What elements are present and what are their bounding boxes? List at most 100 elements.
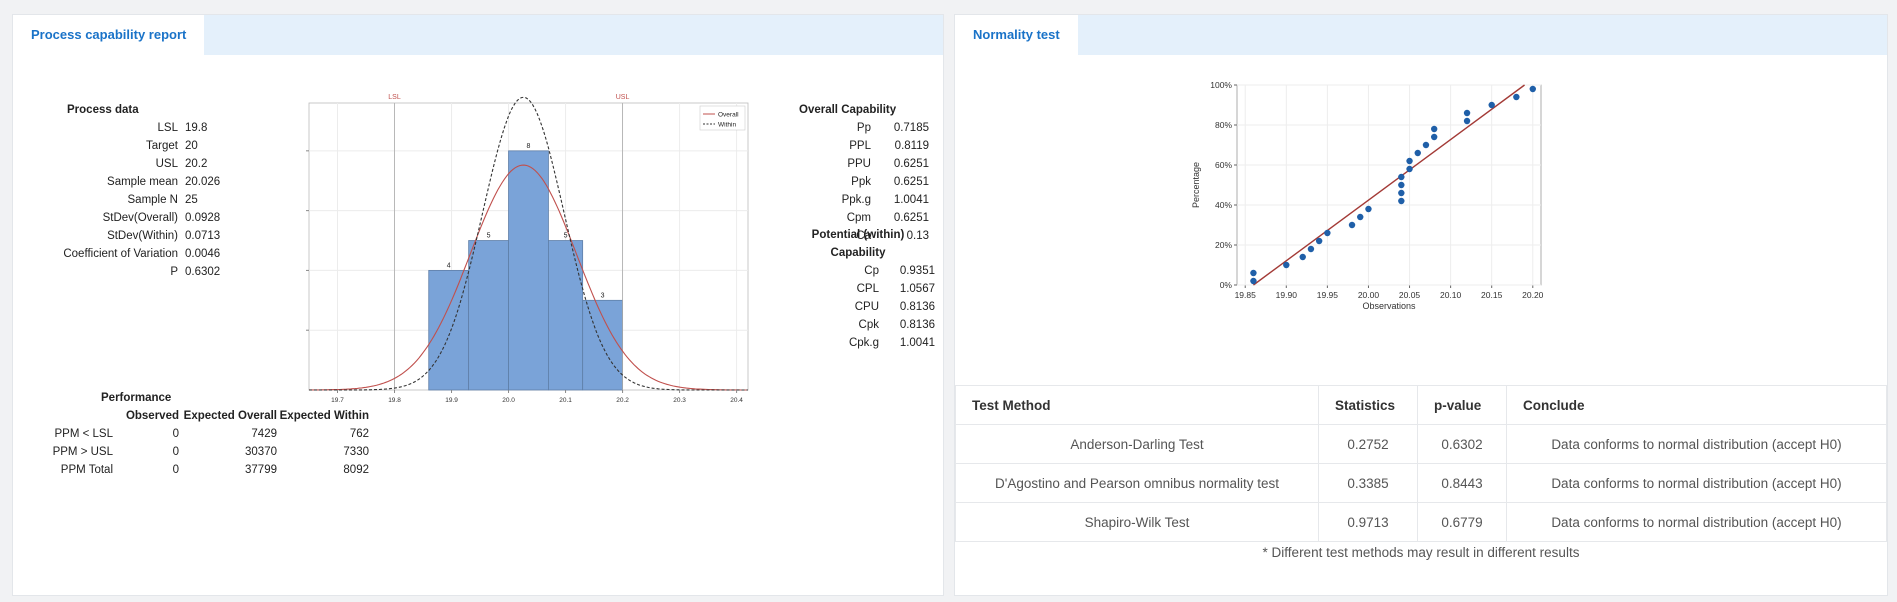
spec-label-usl: USL bbox=[616, 94, 630, 101]
overall-capability-label: PPL bbox=[849, 140, 871, 152]
process-data-row: LSL 19.8 bbox=[21, 119, 245, 137]
perf-expected-overall: 30370 bbox=[245, 446, 277, 458]
potential-within-value: 0.8136 bbox=[899, 319, 935, 331]
test-method-cell: D'Agostino and Pearson omnibus normality… bbox=[955, 463, 1319, 503]
perf-observed: 0 bbox=[172, 464, 179, 476]
process-data-value: 25 bbox=[185, 194, 198, 206]
overall-capability-row: Cpm 0.6251 bbox=[799, 209, 929, 227]
perf-label: PPM Total bbox=[60, 464, 113, 476]
overall-capability-label: Pp bbox=[856, 122, 871, 134]
bar-count-label: 4 bbox=[447, 262, 451, 269]
col-statistics: Statistics bbox=[1318, 385, 1418, 425]
process-data-label: USL bbox=[155, 158, 178, 170]
overall-capability-label: Ppk.g bbox=[841, 194, 871, 206]
performance-row: PPM < LSL 0 7429 762 bbox=[33, 425, 370, 443]
normality-test-table: Test Method Statistics p-value Conclude … bbox=[955, 385, 1887, 542]
spec-label-lsl: LSL bbox=[388, 94, 401, 101]
left-tab-bar: Process capability report bbox=[13, 15, 943, 55]
overall-capability-heading: Overall Capability bbox=[799, 104, 897, 116]
process-capability-panel: Process capability report Process data L… bbox=[12, 14, 944, 596]
potential-within-label: Cp bbox=[864, 265, 879, 277]
x-tick-label: 20.00 bbox=[1358, 290, 1380, 300]
perf-label: PPM > USL bbox=[52, 446, 113, 458]
y-tick-label: 0% bbox=[1220, 280, 1233, 290]
performance-table: Observed Expected Overall Expected Withi… bbox=[33, 407, 369, 479]
process-data-block: Process data LSL 19.8 Target 20 USL 20.2 Sampl… bbox=[21, 101, 245, 281]
data-point bbox=[1348, 221, 1356, 229]
process-data-value: 0.0046 bbox=[185, 248, 221, 260]
process-data-label: P bbox=[170, 266, 178, 278]
normality-test-row: D'Agostino and Pearson omnibus normality… bbox=[955, 463, 1887, 503]
overall-capability-label: Ppk bbox=[851, 176, 871, 188]
x-tick-label: 20.20 bbox=[1522, 290, 1544, 300]
statistics-cell: 0.3385 bbox=[1318, 463, 1418, 503]
x-tick-label: 19.85 bbox=[1235, 290, 1257, 300]
process-data-label: StDev(Within) bbox=[107, 230, 178, 242]
data-point bbox=[1463, 117, 1471, 125]
potential-within-value: 1.0567 bbox=[899, 283, 935, 295]
potential-within-row: Cpk 0.8136 bbox=[803, 316, 935, 334]
overall-capability-row: PPU 0.6251 bbox=[799, 155, 929, 173]
process-data-label: Target bbox=[146, 140, 178, 152]
data-point bbox=[1488, 101, 1495, 109]
process-data-value: 20.026 bbox=[185, 176, 221, 188]
data-point bbox=[1422, 141, 1430, 149]
histogram-bar bbox=[468, 240, 509, 391]
perf-expected-overall: 37799 bbox=[245, 464, 277, 476]
process-data-value: 19.8 bbox=[185, 122, 208, 134]
x-tick-label: 19.7 bbox=[331, 397, 344, 403]
data-point bbox=[1406, 157, 1413, 165]
statistics-cell: 0.9713 bbox=[1318, 502, 1418, 542]
process-data-row: Sample N 25 bbox=[21, 191, 245, 209]
data-point bbox=[1250, 269, 1257, 277]
perf-observed: 0 bbox=[172, 446, 179, 458]
process-data-label: Coefficient of Variation bbox=[63, 248, 178, 260]
data-point bbox=[1430, 133, 1438, 141]
perf-col-blank bbox=[33, 407, 119, 425]
x-tick-label: 19.90 bbox=[1276, 290, 1298, 300]
process-data-label: Sample N bbox=[127, 194, 179, 206]
y-axis-label: Percentage bbox=[1191, 162, 1201, 208]
perf-col-observed: Observed bbox=[125, 410, 179, 422]
bar-count-label: 5 bbox=[564, 233, 568, 240]
bar-count-label: 5 bbox=[487, 233, 491, 240]
x-tick-label: 20.10 bbox=[1440, 290, 1462, 300]
p-value-cell: 0.8443 bbox=[1417, 463, 1507, 503]
data-point bbox=[1307, 245, 1315, 253]
performance-heading-wrap: Performance bbox=[101, 389, 171, 407]
x-tick-label: 20.0 bbox=[502, 397, 515, 403]
potential-within-row: Cpk.g 1.0041 bbox=[803, 334, 935, 352]
test-method-cell: Anderson-Darling Test bbox=[955, 424, 1319, 464]
x-tick-label: 20.15 bbox=[1481, 290, 1503, 300]
x-tick-label: 19.8 bbox=[388, 397, 401, 403]
process-data-heading: Process data bbox=[67, 104, 139, 116]
overall-capability-row: Ppk 0.6251 bbox=[799, 173, 929, 191]
x-tick-label: 20.2 bbox=[616, 397, 629, 403]
bar-count-label: 8 bbox=[527, 143, 531, 150]
overall-capability-value: 1.0041 bbox=[893, 194, 929, 206]
data-point bbox=[1324, 229, 1331, 237]
potential-within-row: Cp 0.9351 bbox=[803, 262, 935, 280]
tab-process-capability-report[interactable]: Process capability report bbox=[13, 15, 205, 55]
overall-capability-row: Pp 0.7185 bbox=[799, 119, 929, 137]
x-tick-label: 19.9 bbox=[445, 397, 458, 403]
potential-within-label: Cpk bbox=[858, 319, 879, 331]
normality-test-row: Shapiro-Wilk Test 0.9713 0.6779 Data confor… bbox=[955, 502, 1887, 542]
histogram-bar bbox=[548, 240, 584, 391]
performance-heading: Performance bbox=[101, 392, 172, 404]
perf-expected-within: 8092 bbox=[343, 464, 369, 476]
process-data-label: LSL bbox=[157, 122, 178, 134]
performance-row: PPM Total 0 37799 8092 bbox=[33, 461, 369, 479]
overall-capability-row: PPL 0.8119 bbox=[799, 137, 929, 155]
data-point bbox=[1398, 189, 1405, 197]
x-tick-label: 20.4 bbox=[730, 397, 743, 403]
potential-within-label: CPU bbox=[854, 301, 879, 313]
overall-capability-value: 0.8119 bbox=[894, 140, 929, 152]
perf-observed: 0 bbox=[172, 428, 179, 440]
potential-within-value: 0.9351 bbox=[899, 265, 935, 277]
legend: Overall Within bbox=[699, 105, 746, 131]
process-data-value: 0.0713 bbox=[185, 230, 221, 242]
tab-normality-test[interactable]: Normality test bbox=[955, 15, 1078, 55]
data-point bbox=[1315, 237, 1323, 245]
data-point bbox=[1357, 213, 1364, 221]
